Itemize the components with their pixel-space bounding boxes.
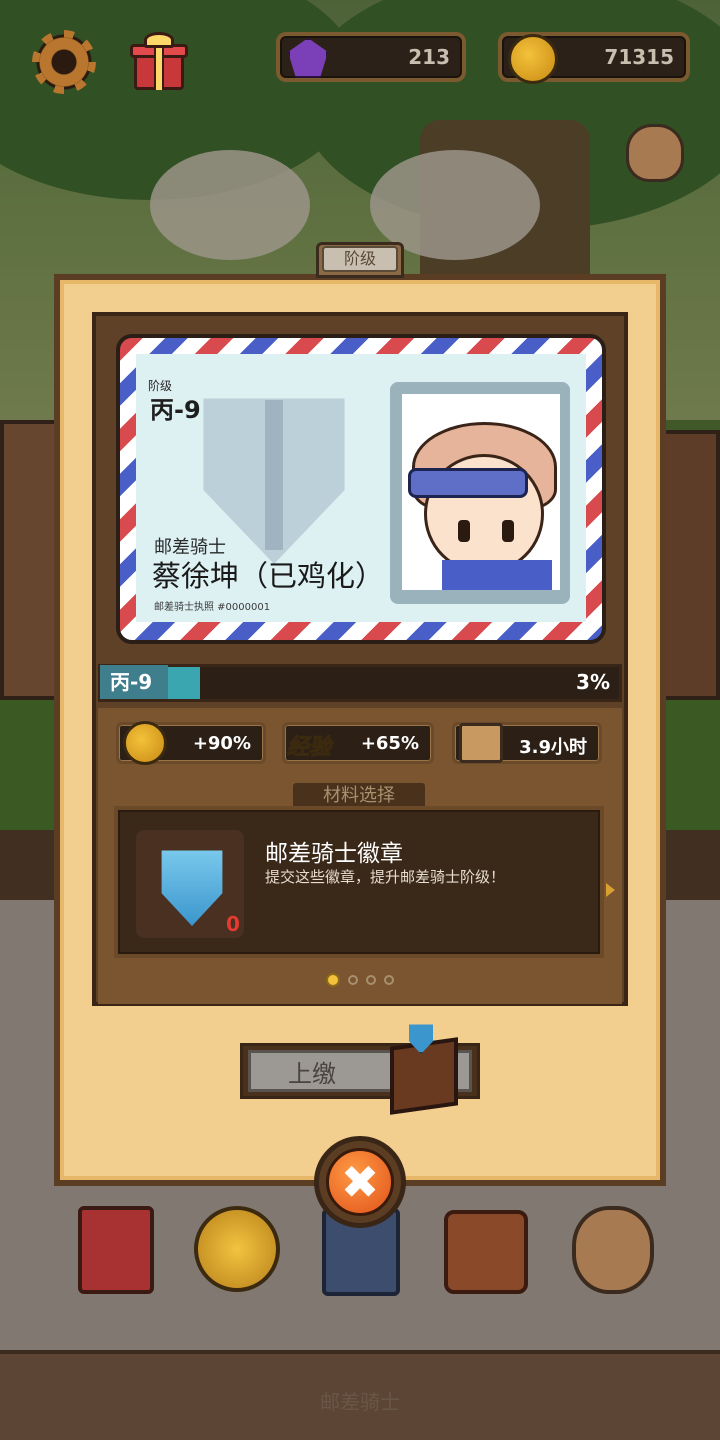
sword-icon [265, 400, 283, 550]
exp-bonus-value: +65% [360, 733, 419, 754]
license-number: 邮差骑士执照 #0000001 [154, 602, 271, 613]
rank-progress-bar [98, 664, 622, 702]
submit-button-label: 上缴 [288, 1060, 336, 1088]
page-dot[interactable] [384, 974, 394, 985]
gold-amount: 71315 [604, 45, 674, 69]
nav-medal-button[interactable] [190, 1200, 280, 1300]
avatar-eye [458, 520, 470, 542]
delivery-time-stat: 3.9小时 [452, 722, 602, 764]
gold-counter[interactable]: 71315 [498, 32, 690, 84]
gift-icon[interactable] [130, 32, 188, 92]
avatar [402, 394, 560, 590]
close-icon[interactable]: ✖ [326, 1148, 394, 1216]
gift-bow [144, 32, 174, 48]
material-name: 邮差骑士徽章 [265, 841, 403, 867]
gold-bonus-value: +90% [192, 733, 251, 754]
player-name: 蔡徐坤（已鸡化） [152, 559, 385, 593]
gift-ribbon [154, 44, 164, 90]
gear-icon[interactable] [32, 30, 96, 94]
gem-counter[interactable]: 213 [276, 32, 466, 82]
gold-coin-icon [508, 34, 558, 84]
material-count: 0 [226, 912, 240, 936]
material-description: 提交这些徽章，提升邮差骑士阶级！ [265, 868, 506, 886]
page-dot[interactable] [326, 972, 340, 987]
page-dot[interactable] [366, 974, 376, 985]
page-indicator [0, 969, 720, 988]
page-dot[interactable] [348, 974, 358, 985]
gold-bonus-stat: +90% [116, 721, 266, 765]
exp-label: 经验 [286, 735, 332, 761]
gold-coin-icon [123, 721, 167, 765]
bottom-title: 邮差骑士 [320, 1390, 400, 1414]
money-bag-icon [572, 1206, 654, 1294]
avatar-shirt [442, 560, 552, 590]
avatar-eye [502, 520, 514, 542]
progress-rank-label: 丙-9 [100, 665, 168, 699]
crate-icon [459, 723, 503, 763]
gem-bag-icon[interactable] [626, 124, 684, 182]
gem-icon [288, 38, 328, 78]
progress-percent: 3% [576, 670, 610, 694]
nav-money-bag-button[interactable] [564, 1200, 654, 1300]
exp-bonus-stat: 经验 +65% [282, 722, 434, 764]
nav-book-button[interactable] [74, 1200, 164, 1300]
gem-amount: 213 [408, 45, 450, 69]
medal-icon [194, 1206, 280, 1292]
book-icon [78, 1206, 154, 1294]
next-material-arrow-icon[interactable] [606, 883, 615, 897]
delivery-time-value: 3.9小时 [519, 737, 587, 758]
satchel-icon [444, 1210, 528, 1294]
rank-value: 丙-9 [150, 396, 201, 424]
panel-tab-label: 阶级 [322, 246, 398, 272]
avatar-visor [408, 468, 528, 498]
nav-satchel-button[interactable] [438, 1200, 528, 1300]
